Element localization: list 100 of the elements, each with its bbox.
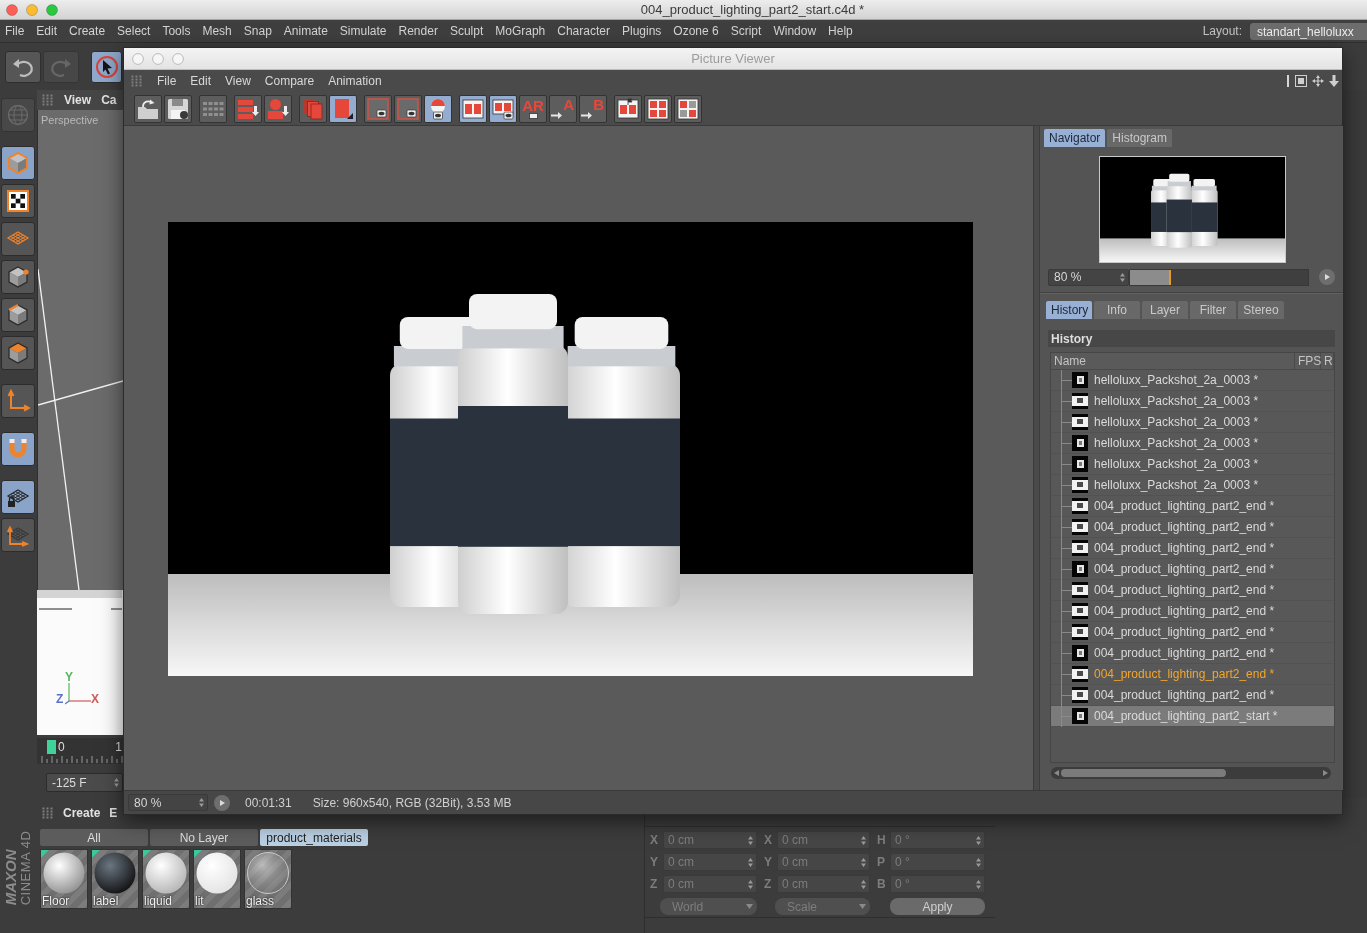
- menu-item[interactable]: Character: [557, 24, 610, 38]
- frame-field[interactable]: -125 F: [46, 773, 123, 792]
- undo-button[interactable]: [5, 50, 41, 83]
- menu-item[interactable]: Window: [773, 24, 817, 38]
- zoom-options-button[interactable]: [214, 794, 230, 811]
- menu-item[interactable]: Plugins: [621, 24, 662, 38]
- menu-item[interactable]: Simulate: [339, 24, 387, 38]
- zoom-options-button[interactable]: [1319, 269, 1335, 285]
- grip-icon[interactable]: [131, 75, 143, 87]
- viewport-menu-item[interactable]: Ca: [101, 93, 117, 107]
- material-menu-item[interactable]: E: [109, 806, 118, 820]
- window-frame-icon[interactable]: [1295, 75, 1307, 87]
- right-arrow-icon[interactable]: [1323, 770, 1328, 776]
- history-entry-name: 004_product_lighting_part2_end *: [1094, 625, 1275, 639]
- panel-tab[interactable]: Histogram: [1107, 129, 1173, 147]
- toolbar-button[interactable]: [364, 94, 392, 123]
- layout-dropdown[interactable]: standart_helloluxx: [1250, 22, 1367, 40]
- tree-line-icon: [1061, 684, 1072, 706]
- toolbar-button[interactable]: [459, 94, 487, 123]
- scrollbar-thumb[interactable]: [1061, 769, 1226, 777]
- menu-item[interactable]: Compare: [264, 74, 315, 88]
- menu-item[interactable]: Help: [828, 24, 853, 38]
- menu-item[interactable]: View: [225, 74, 251, 88]
- layer-filter-tab[interactable]: All: [40, 829, 148, 846]
- zoom-field[interactable]: 80 %: [128, 794, 208, 811]
- grip-icon[interactable]: [42, 94, 54, 106]
- toolbar-button[interactable]: [489, 94, 517, 123]
- toolbar-button[interactable]: [644, 94, 672, 123]
- horizontal-scrollbar[interactable]: [1051, 767, 1331, 779]
- toolbar-button[interactable]: [264, 94, 292, 123]
- frame-marker-icon[interactable]: [47, 739, 56, 754]
- toolbar-button[interactable]: [164, 94, 192, 123]
- timeline[interactable]: 0 1: [37, 738, 123, 764]
- grip-icon[interactable]: [42, 807, 54, 819]
- column-header[interactable]: R: [1321, 353, 1334, 369]
- menu-item[interactable]: Tools: [162, 24, 191, 38]
- zoom-slider-fill[interactable]: [1130, 269, 1171, 285]
- menu-item[interactable]: Animate: [283, 24, 328, 38]
- mode-button[interactable]: [1, 184, 35, 218]
- menu-item[interactable]: Script: [730, 24, 762, 38]
- panel-tab[interactable]: Filter: [1190, 301, 1236, 319]
- menu-item[interactable]: Create: [69, 24, 106, 38]
- viewport[interactable]: Perspective: [37, 110, 123, 590]
- layer-filter-tab[interactable]: product_materials: [260, 829, 368, 846]
- toolbar-button[interactable]: [614, 94, 642, 123]
- menu-item[interactable]: MoGraph: [495, 24, 546, 38]
- mode-button[interactable]: [1, 432, 35, 466]
- material-swatch[interactable]: label: [91, 849, 139, 909]
- mode-button[interactable]: [1, 298, 35, 332]
- menu-item[interactable]: Ozone 6: [673, 24, 719, 38]
- zoom-slider[interactable]: [1129, 268, 1309, 286]
- spinner-icon[interactable]: [114, 778, 119, 787]
- menu-item[interactable]: File: [5, 24, 25, 38]
- column-header[interactable]: Name: [1051, 353, 1295, 369]
- panel-tab[interactable]: History: [1046, 301, 1092, 319]
- panel-tab[interactable]: Layer: [1142, 301, 1188, 319]
- select-tool-button[interactable]: [91, 50, 122, 83]
- mode-button[interactable]: [1, 480, 35, 514]
- material-swatch[interactable]: liquid: [142, 849, 190, 909]
- menu-item[interactable]: Render: [398, 24, 438, 38]
- material-swatch[interactable]: lit: [193, 849, 241, 909]
- menu-item[interactable]: Snap: [243, 24, 272, 38]
- menu-item[interactable]: Mesh: [202, 24, 232, 38]
- material-menu-item[interactable]: Create: [63, 806, 101, 820]
- panel-tab[interactable]: Stereo: [1238, 301, 1284, 319]
- layer-filter-tab[interactable]: No Layer: [150, 829, 258, 846]
- spinner-icon[interactable]: [1120, 272, 1125, 282]
- down-arrow-icon[interactable]: [1329, 75, 1339, 87]
- move-icon[interactable]: [1312, 75, 1324, 87]
- menu-item[interactable]: Sculpt: [449, 24, 484, 38]
- window-close-icon[interactable]: [6, 3, 18, 16]
- spinner-icon[interactable]: [199, 798, 204, 807]
- left-arrow-icon[interactable]: [1054, 770, 1059, 776]
- panel-tab[interactable]: Info: [1094, 301, 1140, 319]
- caret-icon: [746, 904, 753, 909]
- column-header[interactable]: FPS: [1295, 353, 1321, 369]
- history-entry-name: helloluxx_Packshot_2a_0003 *: [1094, 436, 1259, 450]
- material-name: liquid: [144, 895, 173, 908]
- toolbar-button[interactable]: [394, 94, 422, 123]
- history-row[interactable]: 004_product_lighting_part2_start *: [1051, 706, 1334, 727]
- material-swatch[interactable]: Floor: [40, 849, 88, 909]
- toolbar-button[interactable]: [134, 94, 162, 123]
- divider-bar-icon[interactable]: [1286, 75, 1290, 87]
- frame-number: 0: [58, 739, 65, 754]
- panel-tab[interactable]: Navigator: [1044, 129, 1106, 147]
- menu-item[interactable]: Edit: [36, 24, 58, 38]
- menu-item[interactable]: Edit: [190, 74, 212, 88]
- toolbar-button[interactable]: [234, 94, 262, 123]
- toolbar-button[interactable]: [674, 94, 702, 123]
- viewport-menu-item[interactable]: View: [64, 93, 92, 107]
- menu-item[interactable]: Select: [117, 24, 151, 38]
- menu-item[interactable]: Animation: [328, 74, 382, 88]
- zoom-field[interactable]: 80 %: [1048, 268, 1129, 286]
- menu-item[interactable]: File: [157, 74, 177, 88]
- toolbar-button[interactable]: [329, 94, 357, 123]
- mode-button[interactable]: [1, 260, 35, 294]
- tree-line-icon: [1061, 369, 1072, 391]
- material-swatch[interactable]: glass: [244, 849, 292, 909]
- mode-button[interactable]: [1, 146, 35, 180]
- toolbar-button[interactable]: [424, 94, 452, 123]
